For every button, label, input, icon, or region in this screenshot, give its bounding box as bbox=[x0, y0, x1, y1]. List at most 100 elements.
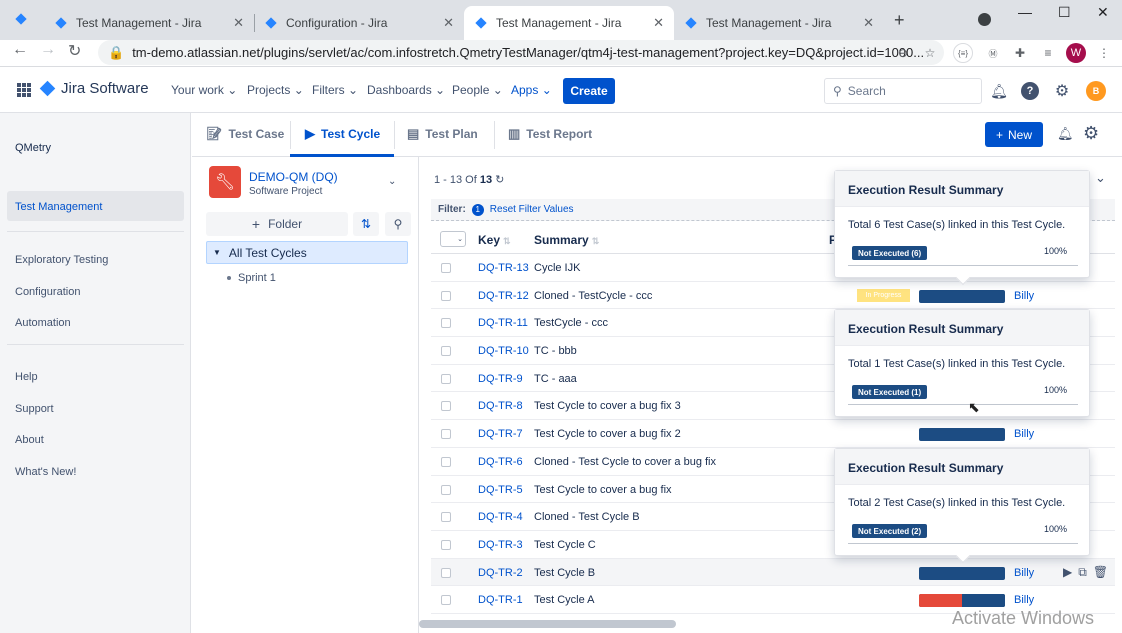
close-tab-icon[interactable]: ✕ bbox=[443, 15, 454, 31]
tab-test-cycle[interactable]: ▶︎ Test Cycle bbox=[305, 126, 380, 142]
row-checkbox[interactable] bbox=[441, 263, 451, 273]
sidebar-item-help[interactable]: Help bbox=[15, 371, 38, 383]
cycle-key-link[interactable]: DQ-TR-10 bbox=[478, 345, 529, 357]
nav-people[interactable]: People ⌄ bbox=[452, 83, 503, 97]
extension-m-icon[interactable]: Ⓜ bbox=[983, 43, 1003, 63]
cycle-key-link[interactable]: DQ-TR-3 bbox=[478, 539, 523, 551]
cycle-key-link[interactable]: DQ-TR-2 bbox=[478, 567, 523, 579]
chevron-down-icon[interactable]: ⌄ bbox=[388, 176, 396, 187]
sidebar-item-configuration[interactable]: Configuration bbox=[15, 286, 80, 298]
row-checkbox[interactable] bbox=[441, 373, 451, 384]
column-header-summary[interactable]: Summary ⇅ bbox=[534, 233, 599, 247]
row-checkbox[interactable] bbox=[441, 512, 451, 523]
assignee-link[interactable]: Billy bbox=[1014, 428, 1034, 440]
create-button[interactable]: Create bbox=[563, 78, 615, 104]
user-avatar[interactable]: B bbox=[1086, 81, 1106, 101]
close-tab-icon[interactable]: ✕ bbox=[233, 15, 244, 31]
extensions-puzzle-icon[interactable]: ✚ bbox=[1010, 43, 1030, 63]
row-checkbox[interactable] bbox=[441, 346, 451, 357]
window-close-icon[interactable]: ✕ bbox=[1097, 4, 1109, 21]
browser-tab-2[interactable]: Configuration - Jira ✕ bbox=[254, 6, 464, 40]
nav-apps[interactable]: Apps ⌄ bbox=[511, 83, 552, 97]
tree-node-all-test-cycles[interactable]: ▼ All Test Cycles bbox=[206, 241, 408, 264]
cycle-key-link[interactable]: DQ-TR-8 bbox=[478, 400, 523, 412]
browser-menu-icon[interactable] bbox=[14, 12, 28, 26]
sidebar-item-about[interactable]: About bbox=[15, 434, 44, 446]
forward-icon[interactable]: → bbox=[40, 41, 56, 59]
add-folder-button[interactable]: + Folder bbox=[206, 212, 348, 236]
assignee-link[interactable]: Billy bbox=[1014, 594, 1034, 606]
jira-logo[interactable]: Jira Software bbox=[39, 80, 149, 97]
notifications-icon[interactable]: 🔔︎ bbox=[990, 82, 1008, 100]
tree-node-sprint-1[interactable]: Sprint 1 bbox=[227, 272, 276, 284]
cycle-key-link[interactable]: DQ-TR-12 bbox=[478, 290, 529, 302]
module-settings-gear-icon[interactable]: ⚙ bbox=[1083, 123, 1099, 144]
assignee-link[interactable]: Billy bbox=[1014, 567, 1034, 579]
tab-search-icon[interactable] bbox=[978, 13, 991, 26]
app-switcher-icon[interactable] bbox=[17, 83, 31, 97]
minimize-icon[interactable]: — bbox=[1018, 4, 1032, 20]
row-checkbox[interactable] bbox=[441, 595, 451, 606]
cycle-key-link[interactable]: DQ-TR-7 bbox=[478, 428, 523, 440]
cycle-key-link[interactable]: DQ-TR-6 bbox=[478, 456, 523, 468]
close-tab-icon[interactable]: ✕ bbox=[653, 15, 664, 31]
row-checkbox[interactable] bbox=[441, 539, 451, 550]
browser-tab-1[interactable]: Test Management - Jira ✕ bbox=[44, 6, 254, 40]
refresh-icon[interactable]: ↻ bbox=[495, 174, 504, 186]
browser-tab-4[interactable]: Test Management - Jira ✕ bbox=[674, 6, 884, 40]
execution-progress-bar[interactable] bbox=[919, 289, 1005, 303]
nav-filters[interactable]: Filters ⌄ bbox=[312, 83, 358, 97]
back-icon[interactable]: ← bbox=[12, 41, 28, 59]
close-tab-icon[interactable]: ✕ bbox=[863, 15, 874, 31]
browser-menu-dots-icon[interactable]: ⋮ bbox=[1094, 43, 1114, 63]
delete-trash-icon[interactable]: 🗑︎ bbox=[1093, 565, 1108, 580]
settings-gear-icon[interactable]: ⚙ bbox=[1053, 82, 1071, 100]
folder-search-icon[interactable]: ⚲ bbox=[385, 212, 411, 236]
select-all-checkbox[interactable]: ⌄ bbox=[440, 231, 466, 247]
chevron-down-icon[interactable]: ⌄ bbox=[1095, 170, 1106, 186]
project-name[interactable]: DEMO-QM (DQ) bbox=[249, 170, 338, 184]
cycle-key-link[interactable]: DQ-TR-1 bbox=[478, 594, 523, 606]
sort-folders-icon[interactable]: ⇅ bbox=[353, 212, 379, 236]
cycle-key-link[interactable]: DQ-TR-13 bbox=[478, 262, 529, 274]
zoom-icon[interactable]: ⊖ bbox=[893, 43, 913, 63]
cycle-key-link[interactable]: DQ-TR-9 bbox=[478, 373, 523, 385]
assignee-link[interactable]: Billy bbox=[1014, 290, 1034, 302]
execution-progress-bar[interactable] bbox=[919, 428, 1005, 442]
column-header-key[interactable]: Key ⇅ bbox=[478, 233, 511, 247]
table-row[interactable]: DQ-TR-2 Test Cycle B Billy ▶ ⧉ 🗑︎ bbox=[431, 558, 1115, 587]
execute-play-icon[interactable]: ▶ bbox=[1063, 565, 1072, 580]
row-checkbox[interactable] bbox=[441, 318, 451, 329]
execution-progress-bar[interactable] bbox=[919, 594, 1005, 608]
tab-test-plan[interactable]: ▤ Test Plan bbox=[407, 126, 478, 142]
bell-icon[interactable]: 🔔︎ bbox=[1057, 126, 1074, 142]
help-icon[interactable]: ? bbox=[1021, 82, 1039, 100]
execution-progress-bar[interactable] bbox=[919, 566, 1005, 580]
profile-avatar[interactable]: W bbox=[1066, 43, 1086, 63]
bookmark-star-icon[interactable]: ☆ bbox=[920, 43, 940, 63]
new-tab-icon[interactable]: + bbox=[894, 10, 905, 31]
browser-tab-3[interactable]: Test Management - Jira ✕ bbox=[464, 6, 674, 40]
search-input[interactable]: ⚲ Search bbox=[824, 78, 982, 104]
nav-projects[interactable]: Projects ⌄ bbox=[247, 83, 304, 97]
chevron-down-icon[interactable]: ▼ bbox=[213, 248, 221, 257]
sidebar-item-whats-new[interactable]: What's New! bbox=[15, 466, 76, 478]
extension-json-icon[interactable]: {≡} bbox=[953, 43, 973, 63]
clone-icon[interactable]: ⧉ bbox=[1078, 565, 1087, 580]
reading-list-icon[interactable]: ≡ bbox=[1038, 43, 1058, 63]
sidebar-item-test-management[interactable]: Test Management bbox=[15, 201, 102, 213]
row-checkbox[interactable] bbox=[441, 484, 451, 495]
row-checkbox[interactable] bbox=[441, 290, 451, 301]
row-checkbox[interactable] bbox=[441, 429, 451, 440]
tab-test-report[interactable]: ▥ Test Report bbox=[508, 126, 592, 142]
horizontal-scrollbar[interactable] bbox=[419, 620, 676, 628]
sidebar-item-exploratory-testing[interactable]: Exploratory Testing bbox=[15, 254, 108, 266]
reset-filter-link[interactable]: Reset Filter Values bbox=[490, 204, 574, 215]
tab-test-case[interactable]: 📝︎ Test Case bbox=[206, 126, 284, 142]
maximize-icon[interactable]: ☐ bbox=[1058, 4, 1071, 21]
sidebar-item-automation[interactable]: Automation bbox=[15, 317, 71, 329]
cycle-key-link[interactable]: DQ-TR-11 bbox=[478, 317, 528, 329]
table-row[interactable]: DQ-TR-12 Cloned - TestCycle - ccc In Progr… bbox=[431, 282, 1115, 310]
new-button[interactable]: + New bbox=[985, 122, 1043, 147]
cycle-key-link[interactable]: DQ-TR-5 bbox=[478, 484, 523, 496]
